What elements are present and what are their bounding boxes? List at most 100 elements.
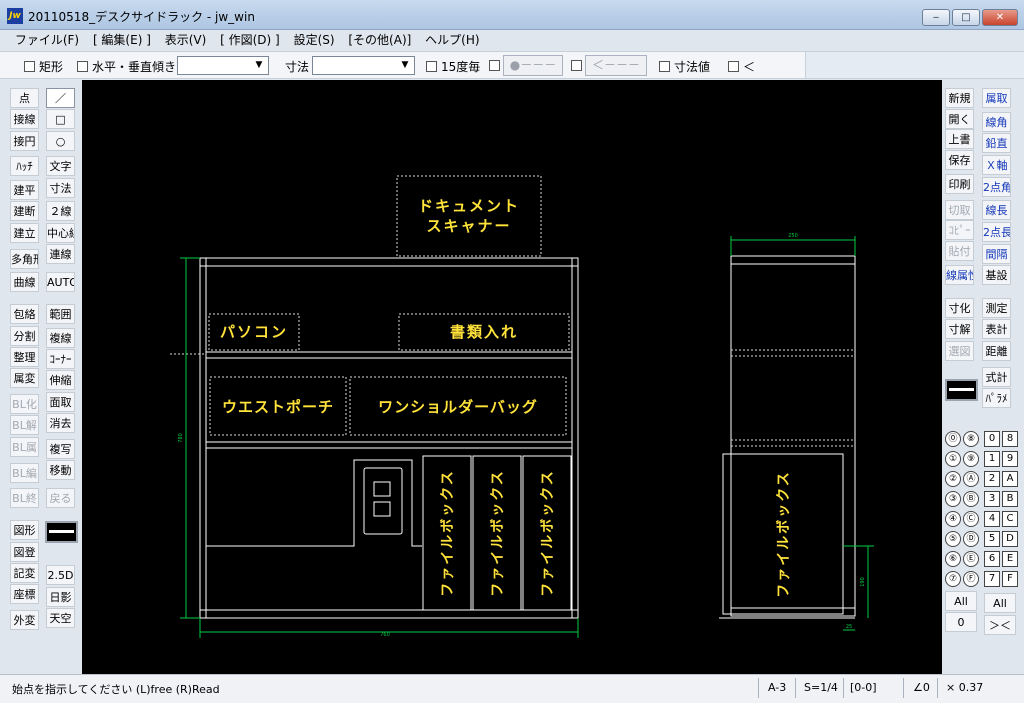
- tool-button[interactable]: BL解: [10, 415, 39, 435]
- dot-checkbox[interactable]: [489, 60, 500, 71]
- tool-button[interactable]: 包絡: [10, 304, 39, 324]
- tool-button[interactable]: 図形: [10, 520, 39, 540]
- tool-button[interactable]: BL化: [10, 394, 39, 414]
- tool-button[interactable]: ｺｰﾅｰ: [46, 349, 75, 369]
- layer-button[interactable]: F: [1002, 571, 1018, 587]
- tool-button[interactable]: 印刷: [945, 174, 974, 194]
- layer-group-button[interactable]: Ⓓ: [963, 531, 979, 547]
- tool-button[interactable]: 消去: [46, 413, 75, 433]
- tool-button[interactable]: 線属性: [945, 265, 974, 285]
- angle-button[interactable]: ∠0: [913, 681, 930, 694]
- zoom-button[interactable]: × 0.37: [946, 681, 983, 694]
- layer-button[interactable]: 7: [984, 571, 1000, 587]
- layer-button[interactable]: C: [1002, 511, 1018, 527]
- menu-edit[interactable]: [ 編集(E) ]: [88, 30, 156, 49]
- tool-button[interactable]: 間隔: [982, 244, 1011, 264]
- layer-group-button[interactable]: ⓪: [945, 431, 961, 447]
- deg15-checkbox[interactable]: 15度毎: [426, 58, 480, 75]
- tool-button[interactable]: BL終: [10, 488, 39, 508]
- tool-button[interactable]: 選図: [945, 341, 974, 361]
- tool-button[interactable]: 属取: [982, 88, 1011, 108]
- tool-button[interactable]: 外変: [10, 610, 39, 630]
- tool-button[interactable]: 建立: [10, 223, 39, 243]
- tool-button[interactable]: ﾊｯﾁ: [10, 156, 39, 176]
- tool-button[interactable]: 連線: [46, 244, 75, 264]
- tool-button[interactable]: 式計: [982, 367, 1011, 387]
- tool-button[interactable]: 記変: [10, 563, 39, 583]
- tool-button[interactable]: 中心線: [46, 223, 75, 243]
- layer-button[interactable]: E: [1002, 551, 1018, 567]
- tool-button[interactable]: 分割: [10, 326, 39, 346]
- tool-button[interactable]: 複線: [46, 328, 75, 348]
- tool-button[interactable]: ﾊﾟﾗﾒ: [982, 388, 1011, 408]
- tool-button[interactable]: 複写: [46, 439, 75, 459]
- layer-button[interactable]: 9: [1002, 451, 1018, 467]
- tool-button[interactable]: AUTO: [46, 272, 75, 292]
- layer-button[interactable]: 1: [984, 451, 1000, 467]
- dim-select[interactable]: ▼: [312, 56, 415, 75]
- tool-button[interactable]: 建平: [10, 180, 39, 200]
- layer-button[interactable]: 3: [984, 491, 1000, 507]
- tool-button[interactable]: 接線: [10, 109, 39, 129]
- tool-button[interactable]: 開く: [945, 109, 974, 129]
- minimize-button[interactable]: ‒: [922, 9, 950, 26]
- tool-button[interactable]: ２線: [46, 201, 75, 221]
- layer-group-button[interactable]: Ⓒ: [963, 511, 979, 527]
- layer-group-button[interactable]: ⑤: [945, 531, 961, 547]
- tool-button[interactable]: ／: [46, 88, 75, 108]
- tilt-select[interactable]: ▼: [177, 56, 269, 75]
- layer-button[interactable]: 5: [984, 531, 1000, 547]
- tool-button[interactable]: ｺﾋﾟｰ: [945, 220, 974, 240]
- tool-button[interactable]: 点: [10, 88, 39, 108]
- tool-button[interactable]: 測定: [982, 298, 1011, 318]
- line-type-preview[interactable]: [945, 379, 978, 401]
- menu-view[interactable]: 表示(V): [160, 30, 212, 49]
- layer-group-button[interactable]: ②: [945, 471, 961, 487]
- scale-button[interactable]: S=1/4: [804, 681, 838, 694]
- layer-button[interactable]: 8: [1002, 431, 1018, 447]
- tool-button[interactable]: 日影: [46, 587, 75, 607]
- dot-line-button[interactable]: ●－－－: [503, 55, 563, 76]
- tool-button[interactable]: Ｘ軸: [982, 155, 1011, 175]
- tool-button[interactable]: 保存: [945, 150, 974, 170]
- tool-button[interactable]: 新規: [945, 88, 974, 108]
- tool-button[interactable]: 属変: [10, 368, 39, 388]
- dim-value-checkbox[interactable]: 寸法値: [659, 58, 710, 75]
- layer-button[interactable]: B: [1002, 491, 1018, 507]
- layer-button[interactable]: D: [1002, 531, 1018, 547]
- tool-button[interactable]: 表計: [982, 319, 1011, 339]
- tool-button[interactable]: 上書: [945, 129, 974, 149]
- tool-button[interactable]: BL属: [10, 437, 39, 457]
- tool-button[interactable]: 寸化: [945, 298, 974, 318]
- tool-button[interactable]: 2.5D: [46, 565, 75, 585]
- lt-checkbox[interactable]: ＜: [728, 58, 755, 75]
- layer-all-button[interactable]: All: [984, 593, 1016, 613]
- tool-button[interactable]: 接円: [10, 131, 39, 151]
- tool-button[interactable]: 戻る: [46, 488, 75, 508]
- tool-button[interactable]: 伸縮: [46, 370, 75, 390]
- layer-group-button[interactable]: ⑦: [945, 571, 961, 587]
- close-button[interactable]: ✕: [982, 9, 1018, 26]
- layer-button[interactable]: 0: [984, 431, 1000, 447]
- menu-other[interactable]: [その他(A)]: [343, 30, 416, 49]
- menu-draw[interactable]: [ 作図(D) ]: [215, 30, 285, 49]
- tool-button[interactable]: 曲線: [10, 272, 39, 292]
- layer-button[interactable]: 6: [984, 551, 1000, 567]
- layer-group-button[interactable]: Ⓑ: [963, 491, 979, 507]
- layer-group-button[interactable]: Ⓕ: [963, 571, 979, 587]
- layer-group-button[interactable]: ③: [945, 491, 961, 507]
- tool-button[interactable]: 多角形: [10, 249, 39, 269]
- layer-group-button[interactable]: Ⓐ: [963, 471, 979, 487]
- tool-button[interactable]: 鉛直: [982, 133, 1011, 153]
- tool-button[interactable]: 距離: [982, 341, 1011, 361]
- maximize-button[interactable]: □: [952, 9, 980, 26]
- tool-button[interactable]: 天空: [46, 608, 75, 628]
- layer-invert-button[interactable]: ＞＜: [984, 615, 1016, 635]
- menu-file[interactable]: ファイル(F): [10, 30, 84, 49]
- layer-button[interactable]: A: [1002, 471, 1018, 487]
- tool-button[interactable]: 建断: [10, 201, 39, 221]
- layer-group-button[interactable]: ⑧: [963, 431, 979, 447]
- layer-group-button[interactable]: ①: [945, 451, 961, 467]
- menu-settings[interactable]: 設定(S): [289, 30, 340, 49]
- tool-button[interactable]: ○: [46, 131, 75, 151]
